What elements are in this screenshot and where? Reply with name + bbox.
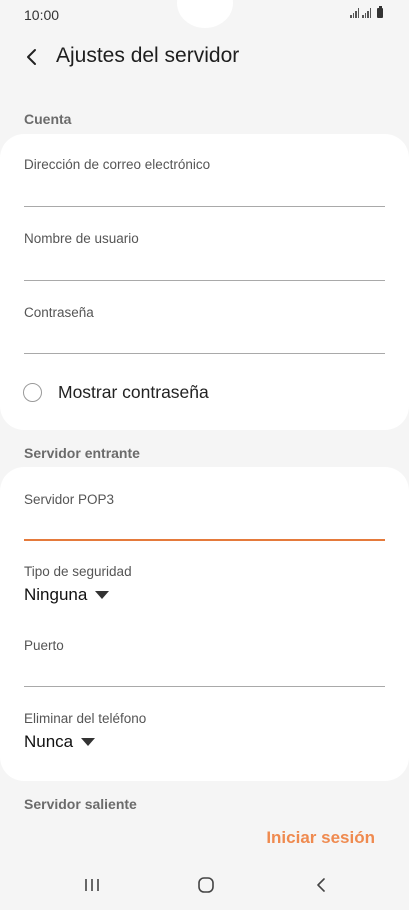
nav-back-button[interactable] [306,872,336,898]
camera-notch [177,0,233,28]
show-password-label[interactable]: Mostrar contraseña [58,382,209,403]
pop3-server-field[interactable]: Servidor POP3 [24,492,385,542]
username-field-underline [24,280,385,281]
port-field-underline [24,686,385,687]
delete-from-phone-label: Eliminar del teléfono [24,711,147,726]
nav-back-icon [317,878,325,892]
email-field-underline [24,206,385,207]
signal-icon [362,8,371,18]
delete-from-phone-dropdown[interactable]: Eliminar del teléfono Nunca [24,711,385,761]
security-type-dropdown[interactable]: Tipo de seguridad Ninguna [24,564,385,614]
home-button[interactable] [191,872,221,898]
pop3-server-label: Servidor POP3 [24,492,115,507]
port-field[interactable]: Puerto [24,638,385,688]
app-header: Ajustes del servidor [0,36,409,80]
security-type-value-row[interactable]: Ninguna [24,585,385,605]
delete-from-phone-value: Nunca [24,732,74,751]
recents-button[interactable] [77,872,107,898]
caret-down-icon [95,591,110,599]
delete-from-phone-value-row[interactable]: Nunca [24,732,385,752]
system-nav-bar [0,860,409,910]
show-password-radio[interactable] [23,383,42,402]
status-bar: 10:00 [0,0,409,34]
section-label-outgoing: Servidor saliente [24,796,137,812]
back-button[interactable] [18,42,48,72]
incoming-card: Servidor POP3 Tipo de seguridad Ninguna … [0,467,409,781]
email-field-label: Dirección de correo electrónico [24,157,211,172]
home-icon [198,877,214,893]
email-field[interactable]: Dirección de correo electrónico [24,157,385,207]
recents-icon [85,879,99,891]
password-field-underline [24,353,385,354]
back-arrow-icon [27,49,36,65]
section-label-incoming: Servidor entrante [24,445,140,461]
password-field-label: Contraseña [24,305,94,320]
username-field-label: Nombre de usuario [24,231,139,246]
caret-down-icon [81,738,96,746]
security-type-label: Tipo de seguridad [24,564,132,579]
status-time: 10:00 [24,7,60,23]
account-card: Dirección de correo electrónico Nombre d… [0,134,409,430]
port-field-label: Puerto [24,638,64,653]
page-title: Ajustes del servidor [56,44,240,67]
signal-icon [350,8,359,18]
username-field[interactable]: Nombre de usuario [24,231,385,281]
password-field[interactable]: Contraseña [24,305,385,355]
status-icons [350,6,383,18]
section-label-account: Cuenta [24,111,72,127]
signin-button[interactable]: Iniciar sesión [266,828,375,848]
security-type-value: Ninguna [24,585,88,604]
battery-icon [377,6,383,18]
pop3-server-underline [24,539,385,541]
